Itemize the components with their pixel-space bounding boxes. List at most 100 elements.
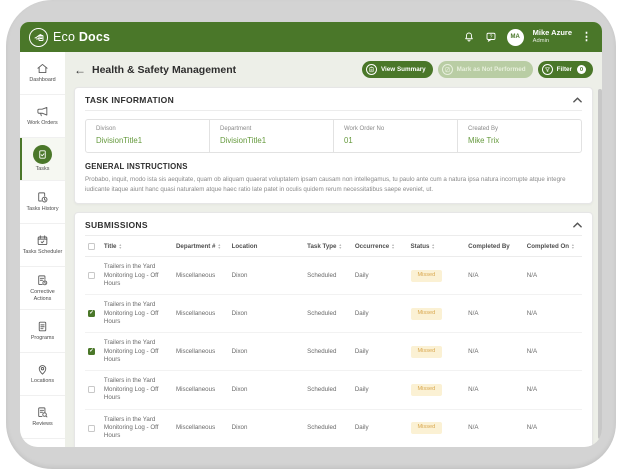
sidebar-item-label: Locations <box>29 378 56 385</box>
row-completed-on: N/A <box>524 257 582 295</box>
status-badge: Missed <box>411 346 443 358</box>
row-department: Miscellaneous <box>173 295 229 333</box>
sort-icon[interactable]: ▲▼ <box>119 244 123 250</box>
field-value: 01 <box>344 136 447 145</box>
general-instructions-title: GENERAL INSTRUCTIONS <box>85 162 582 171</box>
back-button[interactable]: ← <box>74 64 86 76</box>
submission-row[interactable]: ✓ Trailers in the Yard Monitoring Log - O… <box>85 295 582 333</box>
sidebar: Dashboard Work Orders Tasks Tasks History Ta… <box>20 52 65 447</box>
row-completed-by: N/A <box>465 409 524 447</box>
sort-icon[interactable]: ▲▼ <box>431 244 435 250</box>
column-header-status: Status <box>411 243 430 250</box>
row-location: Dixon <box>229 371 305 409</box>
row-occurrence: Daily <box>352 371 408 409</box>
task-fields: Divison DivisionTitle1 DepartmentDivisionT… <box>85 119 582 153</box>
row-title: Trailers in the Yard Monitoring Log - Of… <box>101 295 173 333</box>
sort-icon[interactable]: ▲▼ <box>571 244 575 250</box>
sidebar-item-label: Programs <box>29 335 56 342</box>
row-department: Miscellaneous <box>173 371 229 409</box>
row-checkbox[interactable]: ✓ <box>88 348 95 355</box>
app-window: Eco Docs ? MA Mike Azure Admin <box>20 22 602 447</box>
column-header-occurrence: Occurrence <box>355 243 389 250</box>
row-checkbox[interactable] <box>88 272 95 279</box>
row-task-type: Scheduled <box>304 295 352 333</box>
tasks-history-icon <box>36 191 49 204</box>
collapse-chevron-up-icon[interactable] <box>573 97 582 103</box>
row-task-type: Scheduled <box>304 257 352 295</box>
page-header: ← Health & Safety Management View Summar… <box>74 52 593 87</box>
row-title: Trailers in the Yard Monitoring Log - Of… <box>101 333 173 371</box>
sidebar-item-label: Tasks History <box>24 206 60 213</box>
submissions-title: SUBMISSIONS <box>85 220 148 230</box>
sidebar-item-corrective-actions[interactable]: Corrective Actions <box>20 267 65 310</box>
row-checkbox[interactable]: ✓ <box>88 310 95 317</box>
row-occurrence: Daily <box>352 333 408 371</box>
sidebar-item-tasks-history[interactable]: Tasks History <box>20 181 65 224</box>
ecodocs-logo-icon <box>29 28 48 47</box>
sidebar-item-label: Dashboard <box>27 77 57 84</box>
collapse-chevron-up-icon[interactable] <box>573 222 582 228</box>
column-header-location: Location <box>232 243 258 250</box>
row-title: Trailers in the Yard Monitoring Log - Of… <box>101 371 173 409</box>
user-info: Mike Azure Admin <box>533 29 572 44</box>
filter-funnel-icon <box>542 64 553 75</box>
row-completed-on: N/A <box>524 409 582 447</box>
sidebar-item-dashboard[interactable]: Dashboard <box>20 52 65 95</box>
row-location: Dixon <box>229 333 305 371</box>
row-completed-on: N/A <box>524 371 582 409</box>
app-logo: Eco Docs <box>29 28 110 47</box>
svg-text:?: ? <box>490 34 493 40</box>
help-icon[interactable]: ? <box>485 31 498 44</box>
sidebar-item-work-orders[interactable]: Work Orders <box>20 95 65 138</box>
sort-icon[interactable]: ▲▼ <box>338 244 342 250</box>
row-completed-on: N/A <box>524 295 582 333</box>
row-title: Trailers in the Yard Monitoring Log - Of… <box>101 409 173 447</box>
select-all-checkbox[interactable] <box>88 243 95 250</box>
home-icon <box>36 62 49 75</box>
field-value: DivisionTitle1 <box>96 136 199 145</box>
sidebar-item-more[interactable] <box>20 439 65 447</box>
sidebar-item-tasks[interactable]: Tasks <box>20 138 65 181</box>
sidebar-item-locations[interactable]: Locations <box>20 353 65 396</box>
sort-icon[interactable]: ▲▼ <box>391 244 395 250</box>
not-performed-icon <box>442 64 453 75</box>
sidebar-item-programs[interactable]: Programs <box>20 310 65 353</box>
kebab-menu-icon[interactable]: ⋮ <box>581 32 592 43</box>
row-checkbox[interactable] <box>88 425 95 432</box>
field-department: DepartmentDivisionTitle1 <box>210 120 334 152</box>
device-frame: Eco Docs ? MA Mike Azure Admin <box>0 0 622 469</box>
sidebar-item-label: Work Orders <box>25 120 59 127</box>
row-task-type: Scheduled <box>304 333 352 371</box>
sidebar-item-tasks-scheduler[interactable]: Tasks Scheduler <box>20 224 65 267</box>
bell-icon[interactable] <box>463 31 476 44</box>
row-occurrence: Daily <box>352 409 408 447</box>
reviews-icon <box>36 406 49 419</box>
sort-icon[interactable]: ▲▼ <box>218 244 222 250</box>
sidebar-item-label: Tasks Scheduler <box>21 249 65 256</box>
submission-row[interactable]: Trailers in the Yard Monitoring Log - Of… <box>85 257 582 295</box>
submission-row[interactable]: Trailers in the Yard Monitoring Log - Of… <box>85 371 582 409</box>
filter-button[interactable]: Filter 0 <box>538 61 593 78</box>
column-header-task-type: Task Type <box>307 243 336 250</box>
row-department: Miscellaneous <box>173 409 229 447</box>
row-department: Miscellaneous <box>173 257 229 295</box>
column-header-completed-by: Completed By <box>468 243 510 250</box>
row-status: Missed <box>408 295 466 333</box>
programs-icon <box>36 320 49 333</box>
mark-not-performed-button[interactable]: Mark as Not Performed <box>438 61 533 78</box>
row-location: Dixon <box>229 257 305 295</box>
content-scrollbar[interactable] <box>598 89 602 439</box>
view-summary-button[interactable]: View Summary <box>362 61 433 78</box>
page-title: Health & Safety Management <box>92 64 356 76</box>
field-work-order-no: Work Order No01 <box>334 120 458 152</box>
sidebar-item-reviews[interactable]: Reviews <box>20 396 65 439</box>
status-badge: Missed <box>411 422 443 434</box>
user-avatar[interactable]: MA <box>507 29 524 46</box>
column-header-department: Department # <box>176 243 216 250</box>
field-label: Divison <box>96 126 199 132</box>
row-task-type: Scheduled <box>304 371 352 409</box>
sidebar-item-label: Corrective Actions <box>20 289 65 303</box>
row-checkbox[interactable] <box>88 386 95 393</box>
submission-row[interactable]: ✓ Trailers in the Yard Monitoring Log - O… <box>85 333 582 371</box>
submission-row[interactable]: Trailers in the Yard Monitoring Log - Of… <box>85 409 582 447</box>
